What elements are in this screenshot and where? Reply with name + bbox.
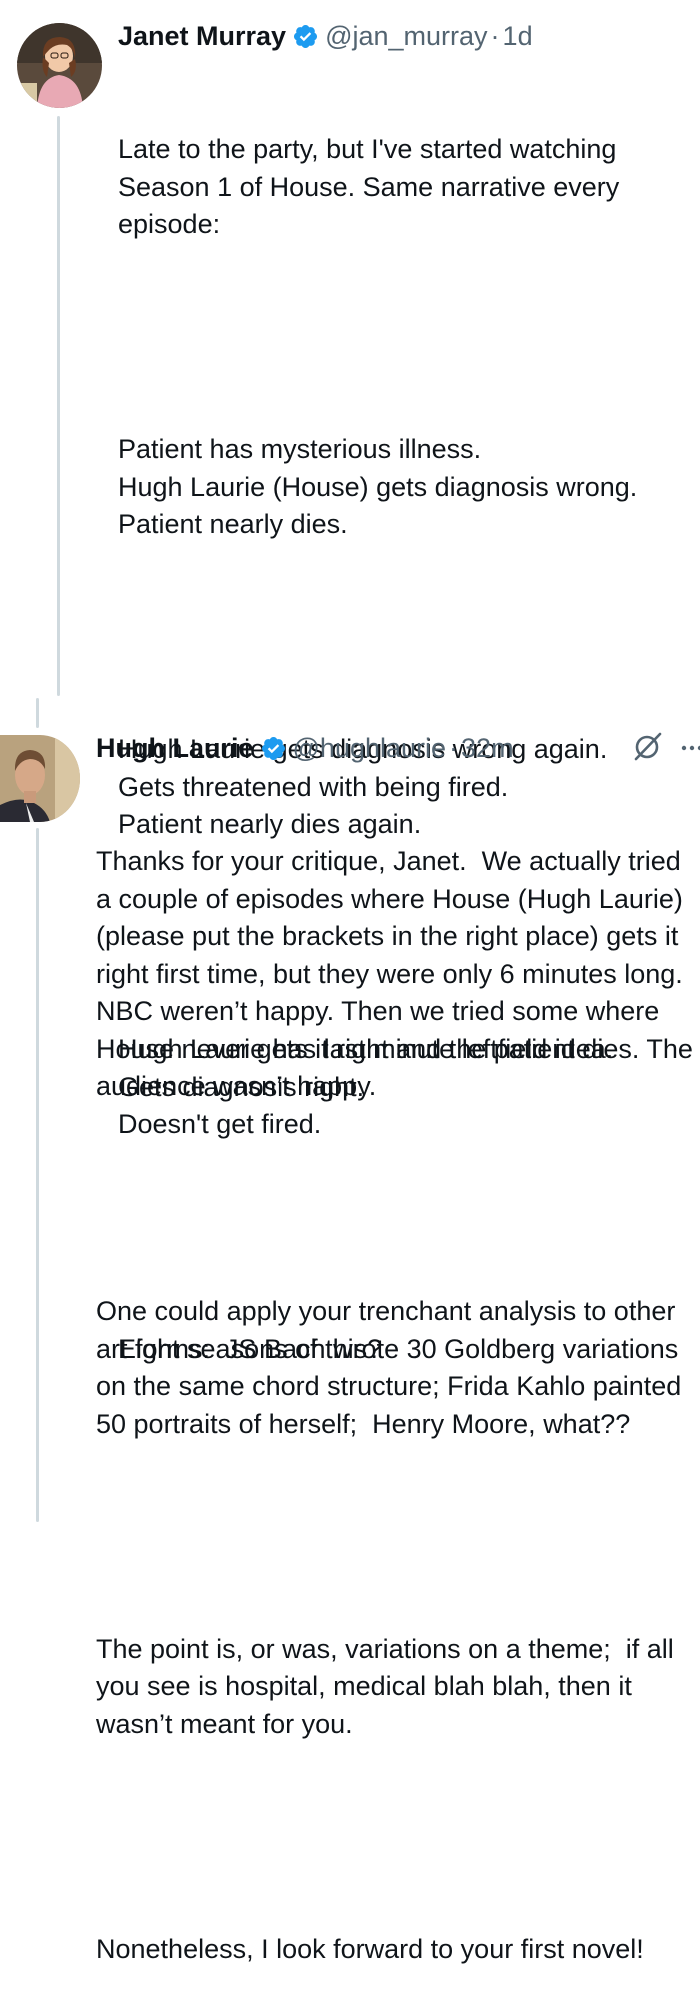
tweet-timestamp[interactable]: 32m bbox=[461, 730, 514, 766]
thread-line-upper bbox=[57, 116, 60, 696]
tweet-header-hugh: Hugh Laurie @hughlaurie · 32m bbox=[96, 730, 514, 766]
meta-separator: · bbox=[490, 21, 500, 51]
author-name[interactable]: Janet Murray bbox=[118, 18, 286, 54]
author-handle[interactable]: @jan_murray bbox=[325, 18, 487, 54]
verified-badge-icon[interactable] bbox=[292, 23, 319, 50]
author-handle[interactable]: @hughlaurie bbox=[293, 730, 447, 766]
tweet-paragraph: One could apply your trenchant analysis … bbox=[96, 1296, 689, 1439]
tweet-paragraph: The point is, or was, variations on a th… bbox=[96, 1633, 682, 1739]
tweet-text-hugh: Thanks for your critique, Janet. We actu… bbox=[96, 768, 696, 2006]
tweet-paragraph: Patient has mysterious illness. Hugh Lau… bbox=[118, 434, 638, 539]
verified-badge-icon[interactable] bbox=[260, 735, 287, 762]
avatar-image bbox=[0, 735, 80, 822]
author-name[interactable]: Hugh Laurie bbox=[96, 730, 254, 766]
grok-icon[interactable] bbox=[632, 730, 664, 762]
meta-separator: · bbox=[449, 733, 459, 763]
thread-line-top bbox=[36, 698, 39, 728]
tweet-paragraph: Nonetheless, I look forward to your firs… bbox=[96, 1933, 644, 1964]
avatar-image bbox=[17, 23, 102, 108]
avatar-hugh-laurie[interactable] bbox=[0, 735, 80, 822]
tweet-timestamp[interactable]: 1d bbox=[503, 18, 533, 54]
thread-line-lower bbox=[36, 828, 39, 1522]
tweet-header-janet: Janet Murray @jan_murray · 1d bbox=[118, 18, 533, 54]
more-options-icon[interactable] bbox=[680, 744, 700, 752]
tweet-paragraph: Thanks for your critique, Janet. We actu… bbox=[96, 846, 700, 1101]
tweet-paragraph: Late to the party, but I've started watc… bbox=[118, 134, 627, 239]
avatar-janet-murray[interactable] bbox=[17, 23, 102, 108]
